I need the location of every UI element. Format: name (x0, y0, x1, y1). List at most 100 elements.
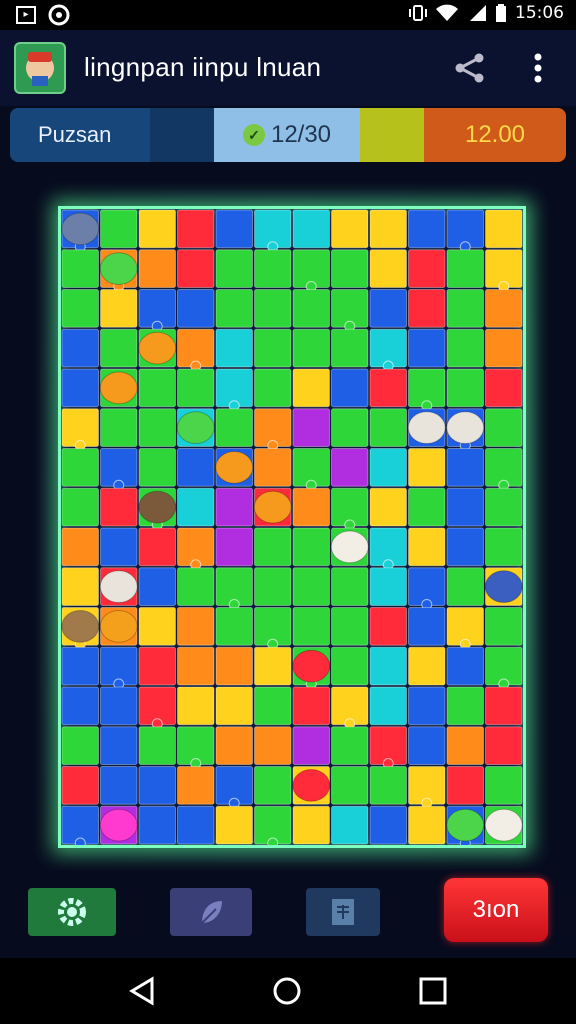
bear-icon[interactable] (292, 649, 331, 683)
puzzle-tile[interactable] (369, 408, 407, 447)
puzzle-tile[interactable] (254, 766, 292, 805)
recents-icon[interactable] (418, 976, 448, 1006)
puzzle-tile[interactable] (138, 527, 176, 567)
puzzle-tile[interactable] (446, 646, 484, 686)
puzzle-tile[interactable] (215, 607, 253, 646)
puzzle-tile[interactable] (369, 607, 407, 646)
puzzle-tile[interactable] (138, 646, 176, 686)
puzzle-tile[interactable] (446, 249, 484, 288)
puzzle-tile[interactable] (61, 249, 99, 288)
puzzle-tile[interactable] (100, 408, 138, 447)
puzzle-tile[interactable] (61, 487, 99, 527)
puzzle-tile[interactable] (292, 567, 330, 606)
sheep-icon[interactable] (446, 808, 485, 842)
lion-icon[interactable] (292, 768, 331, 802)
puzzle-tile[interactable] (408, 607, 446, 646)
puzzle-tile[interactable] (215, 527, 253, 567)
puzzle-tile[interactable] (408, 448, 446, 487)
bear-icon[interactable] (99, 252, 138, 286)
puzzle-tile[interactable] (485, 686, 523, 726)
puzzle-tile[interactable] (485, 527, 523, 567)
app-icon[interactable] (14, 42, 66, 94)
sheep-icon[interactable] (99, 371, 138, 405)
puzzle-tile[interactable] (292, 408, 330, 447)
bear-icon[interactable] (215, 450, 254, 484)
puzzle-tile[interactable] (408, 686, 446, 726)
puzzle-tile[interactable] (292, 686, 330, 726)
puzzle-tile[interactable] (331, 249, 369, 288)
sheep-icon[interactable] (99, 570, 138, 604)
puzzle-tile[interactable] (177, 567, 215, 606)
puzzle-tile[interactable] (446, 766, 484, 805)
lion-icon[interactable] (138, 490, 177, 524)
puzzle-tile[interactable] (61, 448, 99, 487)
puzzle-tile[interactable] (177, 805, 215, 845)
puzzle-tile[interactable] (254, 289, 292, 328)
puzzle-tile[interactable] (485, 289, 523, 328)
puzzle-tile[interactable] (61, 289, 99, 328)
puzzle-tile[interactable] (369, 567, 407, 606)
puzzle-tile[interactable] (138, 726, 176, 765)
puzzle-tile[interactable] (331, 328, 369, 368)
puzzle-tile[interactable] (100, 328, 138, 368)
puzzle-board[interactable] (58, 206, 526, 848)
puzzle-tile[interactable] (177, 607, 215, 646)
puzzle-tile[interactable] (408, 487, 446, 527)
puzzle-tile[interactable] (408, 726, 446, 765)
puzzle-tile[interactable] (408, 289, 446, 328)
puzzle-tile[interactable] (446, 726, 484, 765)
puzzle-tile[interactable] (292, 607, 330, 646)
puzzle-tile[interactable] (177, 646, 215, 686)
puzzle-tile[interactable] (215, 289, 253, 328)
puzzle-tile[interactable] (292, 328, 330, 368)
puzzle-tile[interactable] (138, 805, 176, 845)
puzzle-tile[interactable] (369, 448, 407, 487)
puzzle-tile[interactable] (177, 368, 215, 408)
lion-icon[interactable] (138, 331, 177, 365)
puzzle-tile[interactable] (138, 766, 176, 805)
puzzle-tile[interactable] (61, 686, 99, 726)
more-vert-icon[interactable] (524, 50, 552, 86)
puzzle-tile[interactable] (446, 289, 484, 328)
elephant-icon[interactable] (253, 490, 292, 524)
puzzle-tile[interactable] (177, 209, 215, 249)
puzzle-tile[interactable] (292, 805, 330, 845)
puzzle-tile[interactable] (177, 448, 215, 487)
puzzle-tile[interactable] (331, 766, 369, 805)
puzzle-tile[interactable] (408, 328, 446, 368)
puzzle-tile[interactable] (331, 368, 369, 408)
puzzle-tile[interactable] (292, 209, 330, 249)
puzzle-tile[interactable] (138, 249, 176, 288)
puzzle-tile[interactable] (177, 686, 215, 726)
elephant-icon[interactable] (484, 570, 523, 604)
puzzle-tile[interactable] (485, 487, 523, 527)
bull-icon[interactable] (99, 609, 138, 643)
puzzle-tile[interactable] (100, 726, 138, 765)
action-button[interactable]: 3ıon (444, 878, 548, 942)
puzzle-tile[interactable] (215, 805, 253, 845)
puzzle-tile[interactable] (215, 328, 253, 368)
puzzle-tile[interactable] (61, 527, 99, 567)
elephant-icon[interactable] (61, 212, 100, 246)
puzzle-tile[interactable] (177, 766, 215, 805)
puzzle-tile[interactable] (369, 686, 407, 726)
puzzle-tile[interactable] (100, 289, 138, 328)
puzzle-tile[interactable] (446, 487, 484, 527)
puzzle-tile[interactable] (100, 766, 138, 805)
puzzle-tile[interactable] (292, 527, 330, 567)
share-icon[interactable] (452, 50, 488, 86)
puzzle-tile[interactable] (61, 368, 99, 408)
puzzle-tile[interactable] (408, 527, 446, 567)
puzzle-tile[interactable] (485, 328, 523, 368)
puzzle-tile[interactable] (331, 408, 369, 447)
puzzle-tile[interactable] (446, 567, 484, 606)
puzzle-tile[interactable] (254, 527, 292, 567)
bull-icon[interactable] (407, 411, 446, 445)
puzzle-tile[interactable] (369, 368, 407, 408)
puzzle-tile[interactable] (446, 368, 484, 408)
puzzle-tile[interactable] (100, 686, 138, 726)
puzzle-tile[interactable] (254, 328, 292, 368)
puzzle-tile[interactable] (254, 249, 292, 288)
puzzle-tile[interactable] (292, 289, 330, 328)
puzzle-tile[interactable] (369, 209, 407, 249)
